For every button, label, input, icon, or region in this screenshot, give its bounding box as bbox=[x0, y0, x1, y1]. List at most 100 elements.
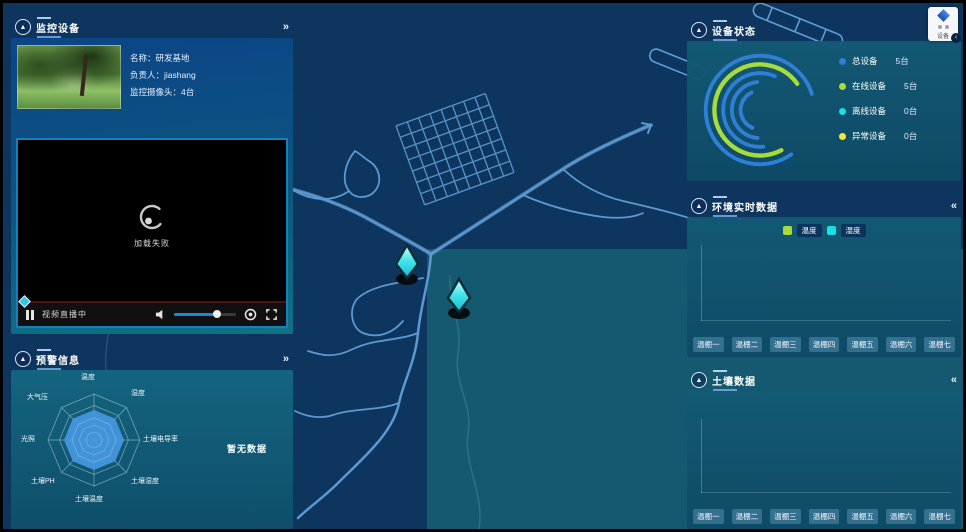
tab-greenhouse-6[interactable]: 温棚六 bbox=[886, 337, 917, 352]
radar-label-0: 温度 bbox=[81, 372, 95, 382]
legend-dot-icon bbox=[839, 108, 846, 115]
map-marker-1[interactable] bbox=[396, 245, 418, 285]
radar-label-5: 土壤PH bbox=[31, 476, 55, 486]
tab-greenhouse-1[interactable]: 温棚一 bbox=[693, 509, 724, 524]
tab-greenhouse-3[interactable]: 温棚三 bbox=[770, 509, 801, 524]
soil-icon: ▲ bbox=[691, 372, 707, 388]
device-legend: 总设备 5台 在线设备 5台 离线设备 0台 异常设备 0台 bbox=[839, 55, 917, 155]
video-player[interactable]: 加载失败 视频直播中 bbox=[16, 138, 288, 328]
y-axis-line bbox=[701, 419, 702, 493]
camera-count-value: 4台 bbox=[181, 87, 194, 97]
tree-trunk bbox=[80, 54, 88, 96]
panel-environment-data: ▲ 环境实时数据 « 温度 湿度 温棚一 温棚二 温棚三 温棚四 温棚五 温棚六… bbox=[687, 195, 961, 357]
legend-item-online[interactable]: 在线设备 5台 bbox=[839, 80, 917, 92]
chart-icon: ▲ bbox=[691, 198, 707, 214]
monitor-panel-body: 名称：研发基地 负责人：jiashang 监控摄像头：4台 加载失败 视频直播中 bbox=[11, 38, 293, 334]
camera-count-label: 监控摄像头： bbox=[130, 87, 181, 97]
site-owner-value: jiashang bbox=[164, 70, 196, 80]
radar-label-3: 土壤湿度 bbox=[131, 476, 159, 486]
legend-item-offline[interactable]: 离线设备 0台 bbox=[839, 105, 917, 117]
radar-label-2: 土壤电导率 bbox=[143, 434, 178, 444]
expand-icon[interactable]: » bbox=[283, 21, 289, 33]
panel-title: 监控设备 bbox=[36, 17, 80, 38]
tab-greenhouse-4[interactable]: 温棚四 bbox=[809, 337, 840, 352]
legend-dot-icon bbox=[839, 133, 846, 140]
status-panel-body: 总设备 5台 在线设备 5台 离线设备 0台 异常设备 0台 bbox=[687, 41, 961, 181]
soil-panel-header: ▲ 土壤数据 « bbox=[687, 369, 961, 391]
warning-panel-body: 温度 湿度 土壤电导率 土壤湿度 土壤温度 土壤PH 光照 大气压 暂无数据 bbox=[11, 370, 293, 529]
humidity-legend-chip[interactable] bbox=[827, 226, 836, 235]
tab-greenhouse-6[interactable]: 温棚六 bbox=[886, 509, 917, 524]
status-panel-header: ▲ 设备状态 bbox=[687, 19, 961, 41]
x-axis-line bbox=[701, 320, 951, 321]
tab-greenhouse-4[interactable]: 温棚四 bbox=[809, 509, 840, 524]
humidity-legend-label[interactable]: 湿度 bbox=[841, 224, 866, 237]
temperature-legend-label[interactable]: 温度 bbox=[797, 224, 822, 237]
legend-dot-icon bbox=[839, 83, 846, 90]
radar-label-7: 大气压 bbox=[27, 392, 48, 402]
expand-icon[interactable]: » bbox=[283, 353, 289, 365]
radar-label-4: 土壤温度 bbox=[75, 494, 103, 504]
camera-thumbnail[interactable] bbox=[17, 45, 121, 109]
no-data-text: 暂无数据 bbox=[227, 442, 267, 455]
panel-title: 预警信息 bbox=[36, 349, 80, 370]
panel-title: 设备状态 bbox=[712, 20, 756, 41]
panel-title: 环境实时数据 bbox=[712, 196, 778, 217]
site-name-label: 名称： bbox=[130, 53, 156, 63]
panel-title: 土壤数据 bbox=[712, 370, 756, 391]
radar-label-6: 光照 bbox=[21, 434, 35, 444]
tab-greenhouse-3[interactable]: 温棚三 bbox=[770, 337, 801, 352]
dashboard-root: ▲ 监控设备 » 名称：研发基地 负责人：jiashang 监控摄像头：4台 bbox=[0, 0, 966, 532]
loading-spinner-icon bbox=[138, 203, 166, 231]
tab-greenhouse-1[interactable]: 温棚一 bbox=[693, 337, 724, 352]
tab-greenhouse-2[interactable]: 温棚二 bbox=[732, 337, 763, 352]
temperature-legend-chip[interactable] bbox=[783, 226, 792, 235]
shield-icon: ▲ bbox=[15, 19, 31, 35]
panel-device-status: ▲ 设备状态 总设备 5台 bbox=[687, 19, 961, 181]
env-chart-legend: 温度 湿度 bbox=[687, 224, 961, 237]
panel-soil-data: ▲ 土壤数据 « 温棚一 温棚二 温棚三 温棚四 温棚五 温棚六 温棚七 bbox=[687, 369, 961, 529]
monitor-panel-header: ▲ 监控设备 » bbox=[11, 16, 293, 38]
site-info: 名称：研发基地 负责人：jiashang 监控摄像头：4台 bbox=[130, 45, 196, 109]
legend-dots-icon bbox=[938, 25, 949, 29]
y-axis-line bbox=[701, 245, 702, 321]
volume-slider-knob[interactable] bbox=[213, 310, 221, 318]
record-button[interactable] bbox=[244, 308, 257, 321]
pause-button[interactable] bbox=[26, 310, 34, 320]
radar-label-1: 湿度 bbox=[131, 388, 145, 398]
tab-greenhouse-5[interactable]: 温棚五 bbox=[847, 509, 878, 524]
soil-greenhouse-tabs: 温棚一 温棚二 温棚三 温棚四 温棚五 温棚六 温棚七 bbox=[693, 509, 955, 524]
panel-warning-info: ▲ 预警信息 » bbox=[11, 348, 293, 529]
alert-icon: ▲ bbox=[15, 351, 31, 367]
live-status-text: 视频直播中 bbox=[42, 309, 87, 320]
tab-greenhouse-7[interactable]: 温棚七 bbox=[924, 509, 955, 524]
shield-icon: ▲ bbox=[691, 22, 707, 38]
legend-item-abnormal[interactable]: 异常设备 0台 bbox=[839, 130, 917, 142]
loading-text: 加载失败 bbox=[134, 238, 170, 249]
video-loading: 加载失败 bbox=[18, 203, 286, 249]
panel-monitor-devices: ▲ 监控设备 » 名称：研发基地 负责人：jiashang 监控摄像头：4台 bbox=[11, 16, 293, 334]
collapse-icon[interactable]: « bbox=[951, 374, 957, 386]
volume-slider[interactable] bbox=[174, 313, 236, 316]
x-axis-line bbox=[701, 492, 951, 493]
env-panel-body: 温度 湿度 温棚一 温棚二 温棚三 温棚四 温棚五 温棚六 温棚七 bbox=[687, 217, 961, 357]
volume-icon[interactable] bbox=[155, 309, 166, 320]
tab-greenhouse-7[interactable]: 温棚七 bbox=[924, 337, 955, 352]
soil-panel-body: 温棚一 温棚二 温棚三 温棚四 温棚五 温棚六 温棚七 bbox=[687, 391, 961, 529]
legend-collapse-button[interactable]: ‹ bbox=[951, 33, 961, 43]
warning-panel-header: ▲ 预警信息 » bbox=[11, 348, 293, 370]
env-panel-header: ▲ 环境实时数据 « bbox=[687, 195, 961, 217]
tab-greenhouse-2[interactable]: 温棚二 bbox=[732, 509, 763, 524]
site-name-value: 研发基地 bbox=[156, 53, 190, 63]
collapse-icon[interactable]: « bbox=[951, 200, 957, 212]
env-greenhouse-tabs: 温棚一 温棚二 温棚三 温棚四 温棚五 温棚六 温棚七 bbox=[693, 337, 955, 352]
map-city-grid bbox=[396, 93, 514, 204]
tab-greenhouse-5[interactable]: 温棚五 bbox=[847, 337, 878, 352]
device-gauge-chart bbox=[697, 47, 823, 173]
device-marker-icon bbox=[937, 9, 950, 22]
legend-item-total[interactable]: 总设备 5台 bbox=[839, 55, 917, 67]
legend-dot-icon bbox=[839, 58, 846, 65]
video-controls: 视频直播中 bbox=[18, 301, 286, 326]
legend-card-label: 设备 bbox=[937, 31, 949, 40]
fullscreen-icon[interactable] bbox=[265, 308, 278, 321]
